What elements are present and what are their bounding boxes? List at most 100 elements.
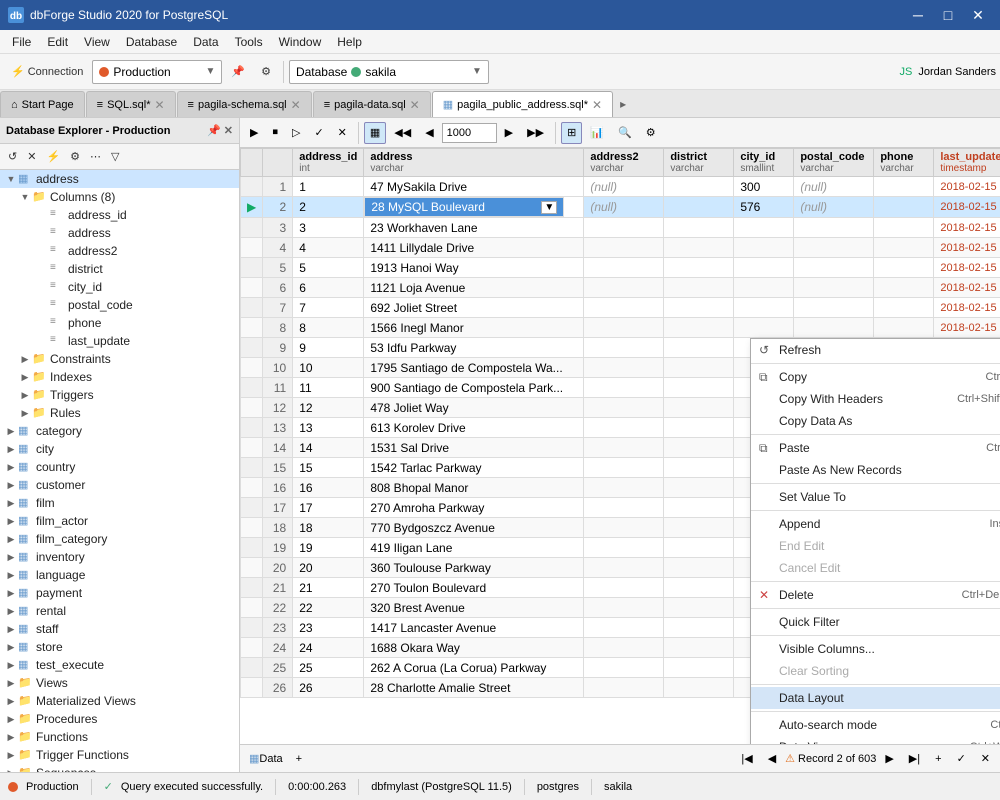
cell-city-id-1[interactable]: 300 [734, 177, 794, 197]
ctx-refresh[interactable]: ↺ Refresh F5 [751, 339, 1000, 361]
sidebar-item-film-actor[interactable]: ▶ ▦ film_actor [0, 512, 239, 530]
cell-district-2[interactable] [664, 197, 734, 218]
minimize-button[interactable]: ─ [904, 5, 932, 25]
sidebar-item-store[interactable]: ▶ ▦ store [0, 638, 239, 656]
cell-address-4[interactable]: 1411 Lillydale Drive [364, 238, 584, 258]
table-row[interactable]: 7 7 692 Joliet Street 2018-02-15 04:45:3… [241, 298, 1000, 318]
cell-address-id-1[interactable]: 1 [293, 177, 364, 197]
tab-start-page[interactable]: ⌂ Start Page [0, 91, 85, 117]
sidebar-config-btn[interactable]: ⚙ [66, 147, 84, 167]
sidebar-item-city-id-col[interactable]: ≡ city_id [0, 278, 239, 296]
ctx-visible-cols[interactable]: Visible Columns... [751, 638, 1000, 660]
sidebar-item-views[interactable]: ▶ 📁 Views [0, 674, 239, 692]
menu-tools[interactable]: Tools [227, 33, 271, 51]
ctx-delete[interactable]: ✕ Delete Ctrl+Delete [751, 584, 1000, 606]
cell-address2-4[interactable] [584, 238, 664, 258]
sidebar-item-trigger-functions[interactable]: ▶ 📁 Trigger Functions [0, 746, 239, 764]
sidebar-item-constraints[interactable]: ▶ 📁 Constraints [0, 350, 239, 368]
table-row[interactable]: 6 6 1121 Loja Avenue 2018-02-15 04:45:30… [241, 278, 1000, 298]
sidebar-item-last-update-col[interactable]: ≡ last_update [0, 332, 239, 350]
sidebar-connect-btn[interactable]: ⚡ [42, 147, 64, 167]
col-header-postal-code[interactable]: postal_code varchar [794, 149, 874, 177]
tab-pagila-schema[interactable]: ≡ pagila-schema.sql ✕ [177, 91, 312, 117]
sidebar-item-rules[interactable]: ▶ 📁 Rules [0, 404, 239, 422]
table-row[interactable]: ▶ 2 2 28 MySQL Boulevard ▼ (null) 576 (n… [241, 197, 1000, 218]
record-count-box[interactable]: 1000 [442, 123, 497, 143]
cell-postal-code-4[interactable] [794, 238, 874, 258]
sidebar-item-country[interactable]: ▶ ▦ country [0, 458, 239, 476]
add-tab-btn[interactable]: + [291, 749, 307, 769]
sidebar-item-test-execute[interactable]: ▶ ▦ test_execute [0, 656, 239, 674]
sidebar-item-phone-col[interactable]: ≡ phone [0, 314, 239, 332]
col-header-last-update[interactable]: last_update timestamp [934, 149, 1000, 177]
tab-sql-close[interactable]: ✕ [154, 98, 164, 112]
ctx-end-edit[interactable]: End Edit [751, 535, 1000, 557]
sidebar-item-address2-col[interactable]: ≡ address2 [0, 242, 239, 260]
tab-pagila-data-close[interactable]: ✕ [410, 98, 420, 112]
menu-file[interactable]: File [4, 33, 39, 51]
col-header-district[interactable]: district varchar [664, 149, 734, 177]
cell-district-4[interactable] [664, 238, 734, 258]
table-row[interactable]: 8 8 1566 Inegl Manor 2018-02-15 04:45:30… [241, 318, 1000, 338]
cell-phone-2[interactable] [874, 197, 934, 218]
sidebar-item-rental[interactable]: ▶ ▦ rental [0, 602, 239, 620]
pin-button[interactable]: 📌 [224, 59, 252, 85]
table-row[interactable]: 4 4 1411 Lillydale Drive 2018-02-15 04:4… [241, 238, 1000, 258]
cell-address-2[interactable]: 28 MySQL Boulevard ▼ [364, 197, 564, 217]
cell-last-update-3[interactable]: 2018-02-15 04:45:30.000000 [934, 218, 1000, 238]
cell-address2-3[interactable] [584, 218, 664, 238]
col-header-address[interactable]: address varchar [364, 149, 584, 177]
nav-last-btn[interactable]: ▶| [903, 749, 926, 769]
sidebar-item-triggers[interactable]: ▶ 📁 Triggers [0, 386, 239, 404]
cell-city-id-4[interactable] [734, 238, 794, 258]
sidebar-item-language[interactable]: ▶ ▦ language [0, 566, 239, 584]
data-tab-btn[interactable]: ▦ Data [244, 749, 288, 769]
ctx-cancel-edit[interactable]: Cancel Edit [751, 557, 1000, 579]
cell-address-id-2[interactable]: 2 [293, 197, 364, 218]
cell-postal-code-2[interactable]: (null) [794, 197, 874, 218]
cell-last-update-1[interactable]: 2018-02-15 04:45:30.000000 [934, 177, 1000, 197]
col-header-address2[interactable]: address2 varchar [584, 149, 664, 177]
table-row[interactable]: 5 5 1913 Hanoi Way 2018-02-15 04:45:30.0… [241, 258, 1000, 278]
options-grid-btn[interactable]: ⚙ [640, 122, 662, 144]
ctx-quick-filter[interactable]: Quick Filter ▶ [751, 611, 1000, 633]
prev-btn[interactable]: ◀ [419, 122, 439, 144]
tab-address-active[interactable]: ▦ pagila_public_address.sql* ✕ [432, 91, 613, 117]
commit-btn[interactable]: ✓ [308, 122, 329, 144]
col-header-address-id[interactable]: address_id int [293, 149, 364, 177]
ctx-data-layout[interactable]: Data Layout ▶ [751, 687, 1000, 709]
config-button[interactable]: ⚙ [254, 59, 278, 85]
sidebar-item-film-category[interactable]: ▶ ▦ film_category [0, 530, 239, 548]
sidebar-filter-btn[interactable]: ▽ [107, 147, 123, 167]
sidebar-pin-icon[interactable]: 📌 [207, 124, 221, 137]
nav-prev-btn[interactable]: ◀ [762, 749, 782, 769]
sidebar-item-postal-code-col[interactable]: ≡ postal_code [0, 296, 239, 314]
grid-icon-btn[interactable]: ⊞ [561, 122, 582, 144]
sidebar-item-mat-views[interactable]: ▶ 📁 Materialized Views [0, 692, 239, 710]
sidebar-item-address[interactable]: ▼ ▦ address [0, 170, 239, 188]
col-header-city-id[interactable]: city_id smallint [734, 149, 794, 177]
next-btn[interactable]: ▶ [499, 122, 519, 144]
sidebar-item-city[interactable]: ▶ ▦ city [0, 440, 239, 458]
ctx-paste[interactable]: ⧉ Paste Ctrl+V [751, 437, 1000, 459]
nav-first-btn[interactable]: |◀ [735, 749, 758, 769]
sidebar-refresh-btn[interactable]: ↺ [4, 147, 21, 167]
tab-address-close[interactable]: ✕ [592, 98, 602, 112]
execute-btn[interactable]: ▶ [244, 122, 264, 144]
table-row[interactable]: 1 1 47 MySakila Drive (null) 300 (null) … [241, 177, 1000, 197]
production-connection[interactable]: Production ▼ [92, 60, 222, 84]
expand-columns[interactable]: ▼ [18, 192, 32, 202]
ctx-paste-new[interactable]: Paste As New Records [751, 459, 1000, 481]
cell-postal-code-1[interactable]: (null) [794, 177, 874, 197]
rollback-btn[interactable]: ✕ [332, 122, 353, 144]
menu-database[interactable]: Database [118, 33, 185, 51]
cell-city-id-2[interactable]: 576 [734, 197, 794, 218]
col-header-phone[interactable]: phone varchar [874, 149, 934, 177]
sidebar-close-icon[interactable]: ✕ [224, 124, 233, 137]
tab-sql[interactable]: ≡ SQL.sql* ✕ [86, 91, 176, 117]
ctx-set-value[interactable]: Set Value To ▶ [751, 486, 1000, 508]
cell-address-1[interactable]: 47 MySakila Drive [364, 177, 584, 197]
chart-btn[interactable]: 📊 [584, 122, 610, 144]
sidebar-item-columns[interactable]: ▼ 📁 Columns (8) [0, 188, 239, 206]
sidebar-item-address-id-col[interactable]: ≡ address_id [0, 206, 239, 224]
